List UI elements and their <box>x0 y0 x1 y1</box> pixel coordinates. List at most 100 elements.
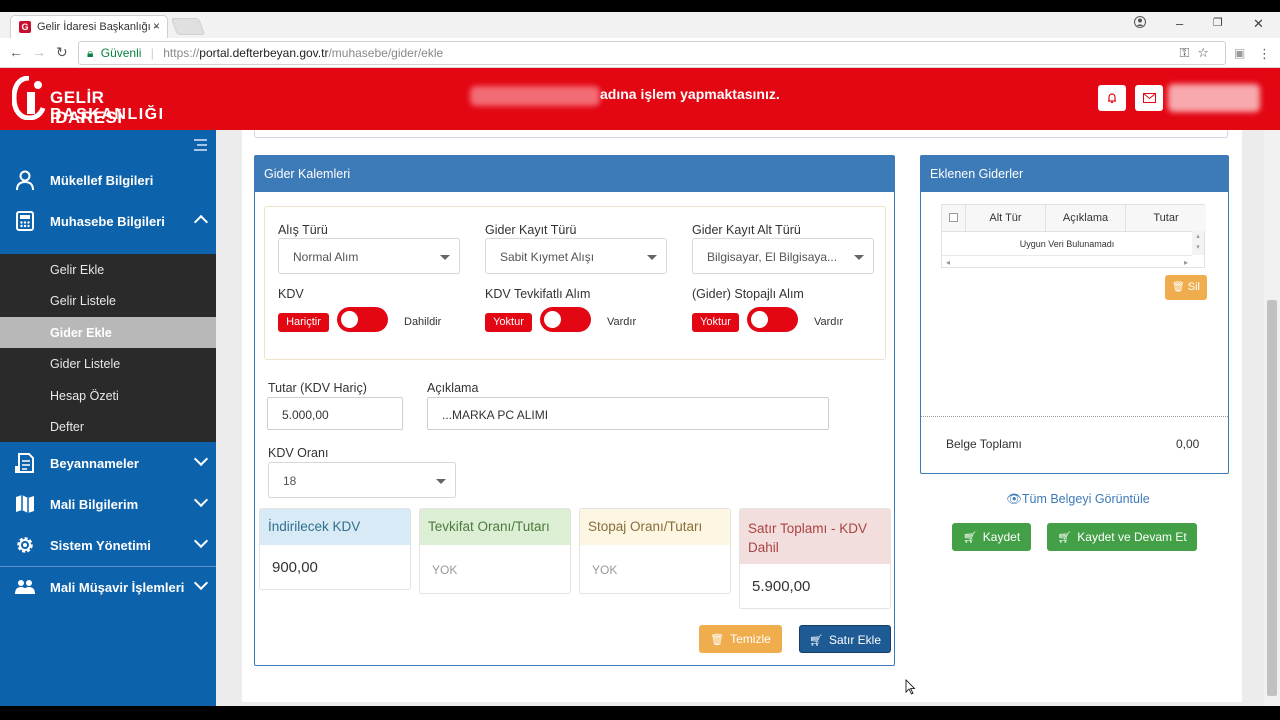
window-maximize-button[interactable]: ❐ <box>1213 16 1223 29</box>
key-and-star-icons[interactable]: ⚿☆ <box>1179 42 1217 64</box>
page-scrollbar[interactable] <box>1264 130 1280 706</box>
column-header[interactable]: Alt Tür <box>966 205 1046 231</box>
gider-kayit-turu-select[interactable]: Sabit Kıymet Alışı <box>485 238 667 274</box>
sidebar-item-label: Mali Müşavir İşlemleri <box>50 580 185 595</box>
notification-bell-icon[interactable] <box>1098 85 1126 111</box>
document-icon <box>15 453 34 473</box>
tab-title: Gelir İdaresi Başkanlığı - <box>37 21 158 33</box>
gider-kayit-alt-turu-select[interactable]: Bilgisayar, El Bilgisaya... <box>692 238 874 274</box>
sidebar-item-label: Beyannameler <box>50 456 139 471</box>
tutar-label: Tutar (KDV Hariç) <box>268 381 367 395</box>
submenu-item-gelir-ekle[interactable]: Gelir Ekle <box>0 254 216 285</box>
tab-close-icon[interactable]: × <box>153 19 160 33</box>
tevkifat-box: Tevkifat Oranı/Tutarı YOK <box>419 508 571 594</box>
select-all-checkbox[interactable] <box>949 213 958 222</box>
extension-icon[interactable]: ▣ <box>1234 46 1245 60</box>
acting-on-behalf-text: adına işlem yapmaktasınız. <box>600 86 780 102</box>
sidebar-item-mali-bilgilerim[interactable]: Mali Bilgilerim <box>0 484 216 524</box>
hamburger-menu-icon[interactable] <box>192 138 208 156</box>
box-value: 5.900,00 <box>752 578 811 595</box>
new-tab-button[interactable] <box>170 18 206 35</box>
button-label: Sil <box>1187 281 1200 293</box>
toggle-knob <box>751 311 768 328</box>
box-value: 900,00 <box>272 559 318 576</box>
blurred-user-menu[interactable] <box>1168 84 1260 112</box>
gider-kayit-turu-label: Gider Kayıt Türü <box>485 223 577 237</box>
window-close-button[interactable]: ✕ <box>1253 16 1264 32</box>
map-icon <box>16 495 34 513</box>
menu-icon[interactable]: ⋮ <box>1258 46 1271 62</box>
box-value: YOK <box>592 563 618 577</box>
trash-icon: 🗑︎ <box>1172 282 1185 293</box>
kaydet-ve-devam-et-button[interactable]: 🛒︎ Kaydet ve Devam Et <box>1047 523 1197 551</box>
belge-toplami-value: 0,00 <box>1176 437 1200 451</box>
mail-icon[interactable] <box>1135 85 1163 111</box>
gider-kalemleri-panel: Gider Kalemleri Alış Türü Normal Alım Gi… <box>254 155 895 666</box>
alis-turu-select[interactable]: Normal Alım <box>278 238 460 274</box>
favicon-icon: G <box>19 21 31 33</box>
sidebar: Mükellef Bilgileri Muhasebe Bilgileri Ge… <box>0 130 216 706</box>
address-bar[interactable]: 🔒︎ Güvenli | https://portal.defterbeyan.… <box>78 41 1226 65</box>
forward-icon[interactable]: → <box>32 44 46 60</box>
browser-tab[interactable]: G Gelir İdaresi Başkanlığı - × <box>10 15 168 38</box>
toggle-knob <box>544 311 561 328</box>
kaydet-button[interactable]: 🛒︎ Kaydet <box>952 523 1031 551</box>
satir-toplami-box: Satır Toplamı - KDV Dahil 5.900,00 <box>739 508 891 609</box>
sil-button[interactable]: 🗑︎ Sil <box>1165 275 1207 300</box>
address-separator: | <box>150 46 154 60</box>
submenu-item-gelir-listele[interactable]: Gelir Listele <box>0 285 216 316</box>
submenu-item-gider-listele[interactable]: Gider Listele <box>0 348 216 379</box>
gib-logo[interactable]: GELİR İDARESİ BAŞKANLIĞI <box>12 74 163 127</box>
box-value: YOK <box>432 563 458 577</box>
sidebar-item-sistem-yonetimi[interactable]: Sistem Yönetimi <box>0 525 216 565</box>
dotted-divider <box>921 416 1228 417</box>
profile-icon[interactable] <box>1134 16 1146 31</box>
column-header[interactable]: Tutar <box>1126 205 1206 231</box>
box-title: Stopaj Oranı/Tutarı <box>580 509 730 545</box>
empty-table-message: Uygun Veri Bulunamadı <box>942 231 1192 255</box>
satir-ekle-button[interactable]: 🛒︎ Satır Ekle <box>799 625 891 653</box>
sidebar-item-beyannameler[interactable]: Beyannameler <box>0 443 216 483</box>
calculator-icon <box>16 211 34 231</box>
aciklama-input[interactable]: ...MARKA PC ALIMI <box>427 397 829 430</box>
table-vertical-scrollbar[interactable]: ▴ ▾ <box>1192 231 1204 255</box>
stopaj-box: Stopaj Oranı/Tutarı YOK <box>579 508 731 594</box>
chevron-down-icon <box>193 451 209 467</box>
temizle-button[interactable]: 🗑︎ Temizle <box>699 625 782 653</box>
submenu-item-hesap-ozeti[interactable]: Hesap Özeti <box>0 380 216 411</box>
lock-icon: 🔒︎ <box>87 46 94 60</box>
gib-logo-icon <box>12 76 46 120</box>
select-value: Sabit Kıymet Alışı <box>500 250 595 264</box>
browser-toolbar: ← → ↻ 🔒︎ Güvenli | https://portal.defter… <box>0 38 1280 68</box>
back-icon[interactable]: ← <box>9 44 23 60</box>
table-horizontal-scrollbar[interactable]: ◂ ▸ <box>942 255 1192 269</box>
box-title: İndirilecek KDV <box>260 509 410 545</box>
column-header[interactable]: Açıklama <box>1046 205 1126 231</box>
page-scrollbar-thumb[interactable] <box>1267 300 1277 696</box>
button-label: Kaydet <box>982 530 1021 544</box>
kdv-tevkifatli-status-badge: Yoktur <box>485 313 532 332</box>
url-host: portal.defterbeyan.gov.tr <box>199 46 329 60</box>
reload-icon[interactable]: ↻ <box>56 44 68 61</box>
secure-label: Güvenli <box>100 46 142 60</box>
muhasebe-submenu: Gelir Ekle Gelir Listele Gider Ekle Gide… <box>0 254 216 442</box>
sidebar-item-mukellef-bilgileri[interactable]: Mükellef Bilgileri <box>0 160 216 200</box>
stopajli-toggle[interactable] <box>747 307 798 332</box>
sidebar-item-label: Mali Bilgilerim <box>50 497 139 512</box>
chevron-down-icon <box>193 575 209 591</box>
window-minimize-button[interactable]: – <box>1176 16 1183 31</box>
submenu-item-gider-ekle[interactable]: Gider Ekle <box>0 317 216 348</box>
stopajli-status-badge: Yoktur <box>692 313 739 332</box>
basket-icon: 🛒︎ <box>1057 532 1072 544</box>
stopajli-label: (Gider) Stopajlı Alım <box>692 287 804 301</box>
kdv-tevkifatli-toggle[interactable] <box>540 307 591 332</box>
sidebar-item-mali-musavir-islemleri[interactable]: Mali Müşavir İşlemleri <box>0 567 216 607</box>
kdv-toggle[interactable] <box>337 307 388 332</box>
toggle-knob <box>341 311 358 328</box>
sidebar-item-muhasebe-bilgileri[interactable]: Muhasebe Bilgileri <box>0 201 216 241</box>
tum-belgeyi-goruntule-link[interactable]: 👁︎Tüm Belgeyi Görüntüle <box>1006 492 1150 507</box>
submenu-item-defter[interactable]: Defter <box>0 411 216 442</box>
tutar-input[interactable]: 5.000,00 <box>267 397 403 430</box>
gider-options-card: Alış Türü Normal Alım Gider Kayıt Türü S… <box>264 206 886 360</box>
kdv-orani-select[interactable]: 18 <box>268 462 456 498</box>
